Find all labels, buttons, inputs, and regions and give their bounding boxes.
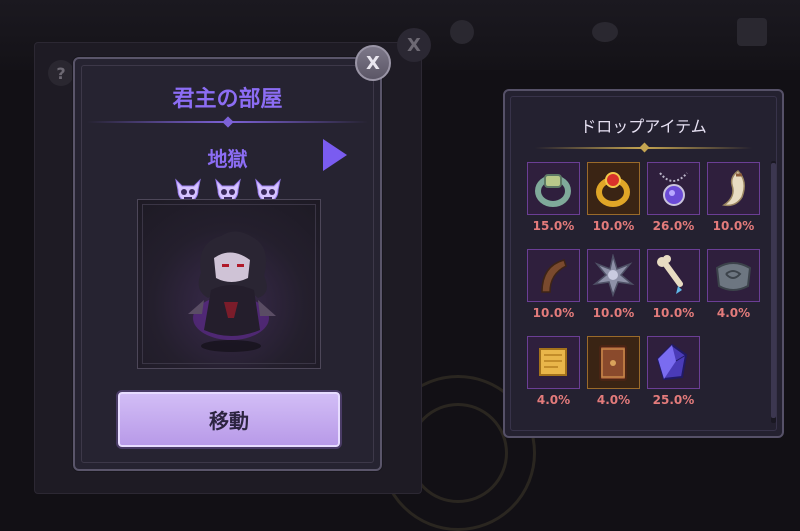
item-slot-scroll[interactable] (527, 336, 580, 389)
drop-rate: 10.0% (592, 306, 635, 320)
item-slot-book[interactable] (587, 336, 640, 389)
gold-icon (592, 22, 618, 42)
crystal-icon (656, 343, 688, 381)
next-difficulty-arrow-icon[interactable] (323, 139, 347, 171)
drop-rate: 10.0% (592, 219, 635, 233)
background-close-button[interactable]: X (397, 28, 431, 62)
drop-items-panel: ドロップアイテム 15.0% 10.0% 26.0% 10.0% 10.0% 1… (503, 89, 784, 438)
drop-item: 10.0% (707, 162, 762, 244)
drop-rate: 10.0% (652, 306, 695, 320)
item-slot-amulet[interactable] (647, 162, 700, 215)
item-slot-horn[interactable] (707, 162, 760, 215)
drops-scroll-thumb[interactable] (771, 163, 776, 418)
book-icon (599, 345, 627, 381)
drop-item: 4.0% (707, 249, 762, 331)
drop-rate: 10.0% (532, 306, 575, 320)
item-slot-spike-orb[interactable] (587, 249, 640, 302)
horn-icon (722, 170, 745, 207)
boss-character-icon (188, 231, 276, 352)
item-slot-claw[interactable] (527, 249, 580, 302)
drop-item-grid: 15.0% 10.0% 26.0% 10.0% 10.0% 10.0% 10.0… (527, 162, 762, 418)
spike-orb-icon (592, 254, 635, 297)
drop-rate: 4.0% (716, 306, 751, 320)
pause-icon (737, 18, 767, 46)
drop-item: 15.0% (527, 162, 582, 244)
drop-rate: 26.0% (652, 219, 695, 233)
drop-item: 10.0% (647, 249, 702, 331)
help-button[interactable]: ? (48, 60, 74, 86)
drop-rate: 10.0% (712, 219, 755, 233)
drop-item: 4.0% (527, 336, 582, 418)
item-slot-bone[interactable] (647, 249, 700, 302)
item-slot-gold-ring[interactable] (587, 162, 640, 215)
ring-icon (535, 174, 571, 207)
drop-rate: 4.0% (596, 393, 631, 407)
drop-rate: 4.0% (536, 393, 571, 407)
drop-item: 10.0% (587, 162, 642, 244)
background-dial-inner (408, 403, 508, 503)
boss-portrait (137, 199, 321, 369)
bone-icon (657, 255, 683, 294)
lord-room-modal: 君主の部屋 地獄 移動 (73, 57, 382, 471)
scroll-icon (539, 348, 567, 376)
drop-rate: 25.0% (652, 393, 695, 407)
amulet-icon (659, 172, 688, 206)
item-slot-crystal[interactable] (647, 336, 700, 389)
gem-icon (450, 20, 474, 44)
drop-item: 10.0% (587, 249, 642, 331)
drop-item: 26.0% (647, 162, 702, 244)
item-slot-stone-tablet[interactable] (707, 249, 760, 302)
stone-tablet-icon (715, 262, 752, 291)
drop-item: 25.0% (647, 336, 702, 418)
drop-item: 10.0% (527, 249, 582, 331)
item-slot-ring[interactable] (527, 162, 580, 215)
claw-icon (541, 259, 567, 293)
gold-ring-icon (596, 172, 630, 207)
modal-close-button[interactable]: X (355, 45, 391, 81)
drop-rate: 15.0% (532, 219, 575, 233)
drops-title: ドロップアイテム (580, 117, 707, 136)
modal-title: 君主の部屋 (172, 87, 283, 112)
drop-item: 4.0% (587, 336, 642, 418)
move-button[interactable]: 移動 (118, 392, 340, 447)
